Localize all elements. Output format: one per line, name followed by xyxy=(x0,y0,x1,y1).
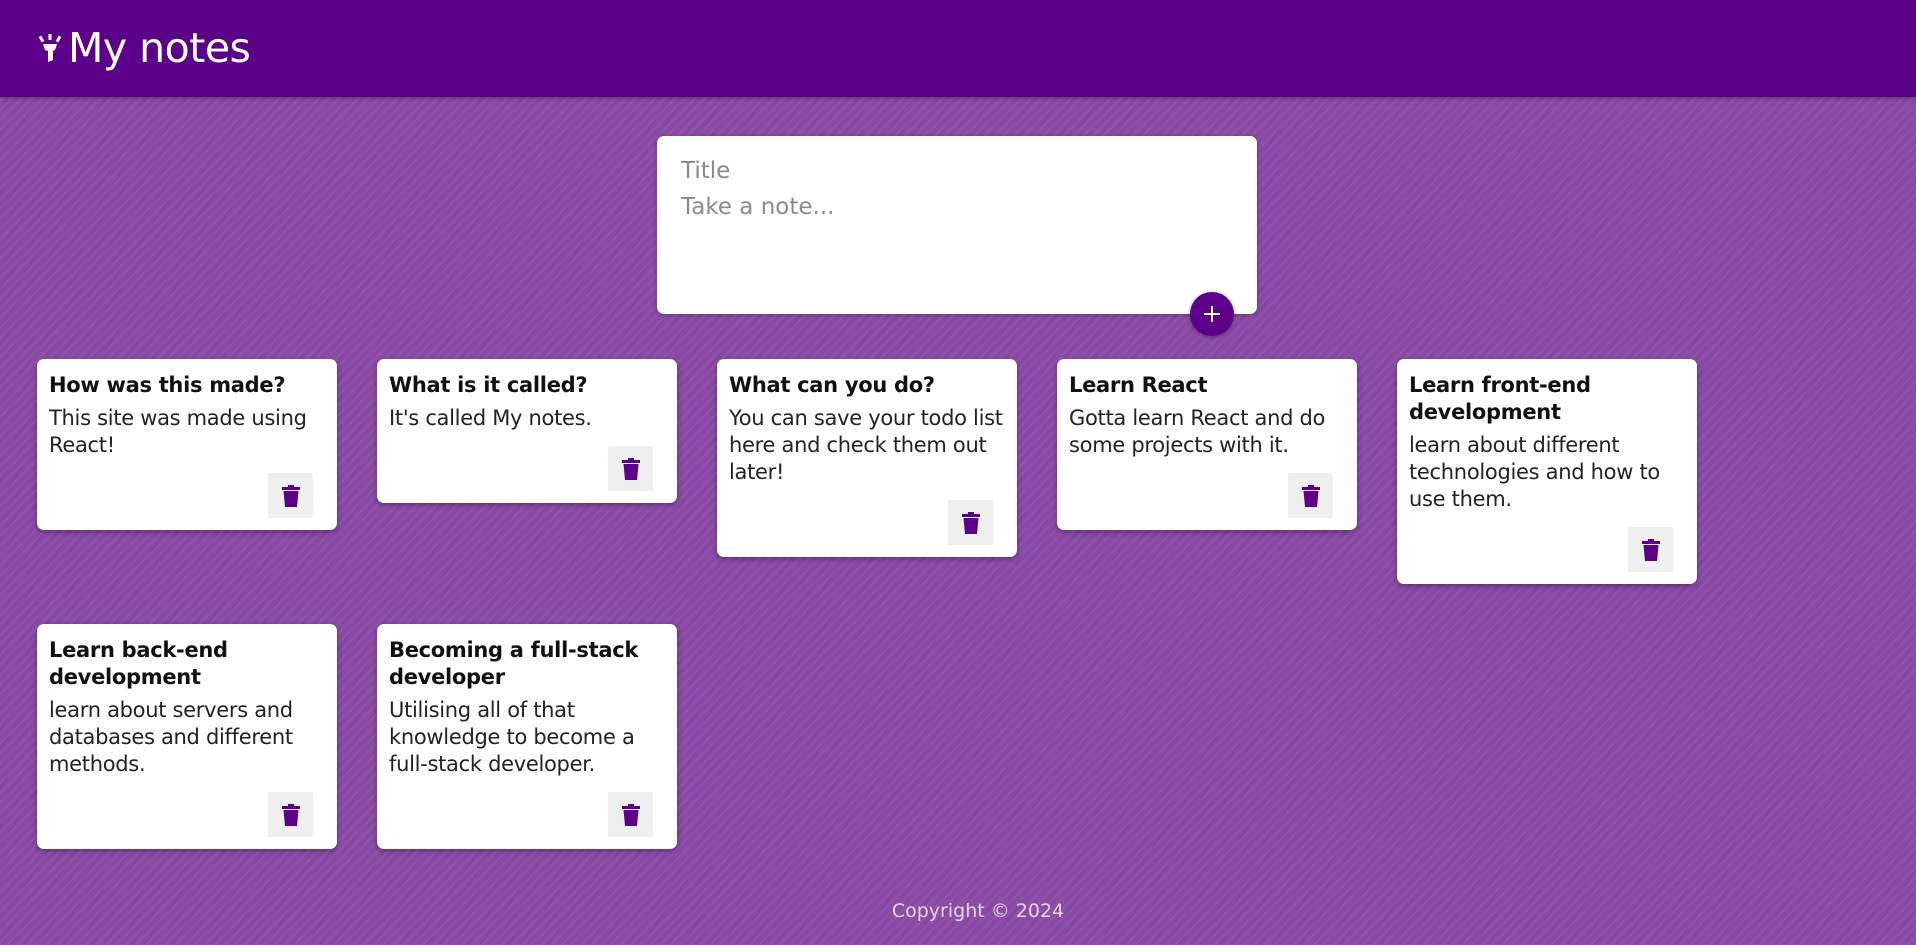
delete-note-button[interactable] xyxy=(608,792,653,837)
note-content: It's called My notes. xyxy=(389,406,592,430)
note-content: learn about servers and databases and di… xyxy=(49,698,293,776)
note-title: What can you do? xyxy=(729,373,935,397)
note-title: Learn front-end development xyxy=(1409,373,1591,424)
note-title: Learn React xyxy=(1069,373,1208,397)
trash-icon xyxy=(621,457,640,480)
note-card: Becoming a full-stack developer Utilisin… xyxy=(377,624,677,849)
trash-icon xyxy=(281,484,300,507)
highlight-icon xyxy=(38,32,64,66)
note-card: What can you do? You can save your todo … xyxy=(717,359,1017,557)
create-note-form xyxy=(657,136,1257,314)
note-title: Becoming a full-stack developer xyxy=(389,638,639,689)
note-content: Gotta learn React and do some projects w… xyxy=(1069,406,1326,457)
note-content: learn about different technologies and h… xyxy=(1409,433,1660,511)
app-header: My notes xyxy=(0,0,1916,97)
note-card: Learn front-end development learn about … xyxy=(1397,359,1697,584)
note-title: How was this made? xyxy=(49,373,286,397)
footer-copyright: Copyright © 2024 xyxy=(891,900,1065,922)
delete-note-button[interactable] xyxy=(1288,473,1333,518)
note-card: Learn back-end development learn about s… xyxy=(37,624,337,849)
trash-icon xyxy=(621,803,640,826)
plus-icon xyxy=(1204,306,1220,322)
trash-icon xyxy=(1301,484,1320,507)
trash-icon xyxy=(1641,538,1660,561)
note-title-input[interactable] xyxy=(681,154,1233,188)
delete-note-button[interactable] xyxy=(608,446,653,491)
app-title: My notes xyxy=(68,24,251,72)
delete-note-button[interactable] xyxy=(268,792,313,837)
note-title: Learn back-end development xyxy=(49,638,228,689)
delete-note-button[interactable] xyxy=(1628,527,1673,572)
note-content-input[interactable] xyxy=(681,194,1233,284)
trash-icon xyxy=(281,803,300,826)
note-card: What is it called? It's called My notes. xyxy=(377,359,677,503)
note-card: How was this made? This site was made us… xyxy=(37,359,337,530)
delete-note-button[interactable] xyxy=(268,473,313,518)
note-content: This site was made using React! xyxy=(49,406,307,457)
add-note-button[interactable] xyxy=(1190,292,1234,336)
note-title: What is it called? xyxy=(389,373,588,397)
note-card: Learn React Gotta learn React and do som… xyxy=(1057,359,1357,530)
note-content: You can save your todo list here and che… xyxy=(729,406,1003,484)
trash-icon xyxy=(961,511,980,534)
note-content: Utilising all of that knowledge to becom… xyxy=(389,698,635,776)
delete-note-button[interactable] xyxy=(948,500,993,545)
